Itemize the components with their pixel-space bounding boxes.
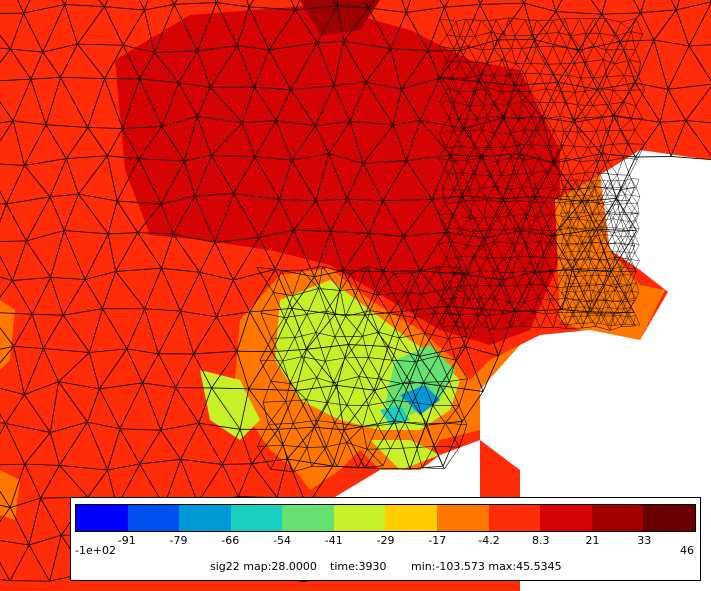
colorbar-tick-label: 21 <box>585 534 600 547</box>
field-label: sig22 map:28.0000 <box>210 560 317 573</box>
colorbar-segment <box>230 505 283 531</box>
colorbar-max-label: 46 <box>680 544 694 557</box>
colorbar-segment <box>127 505 180 531</box>
colorbar-segment <box>488 505 541 531</box>
colorbar-segment <box>643 505 695 531</box>
colorbar-tick-label: -79 <box>169 534 188 547</box>
colorbar-min-label: -1e+02 <box>75 544 116 557</box>
colorbar-segment <box>437 505 489 531</box>
colorbar-tick-label: -66 <box>221 534 240 547</box>
colorbar-segment <box>333 505 386 531</box>
colorbar-segment <box>591 505 644 531</box>
colorbar-tick-label: -41 <box>324 534 343 547</box>
colorbar-tick-label: 8.3 <box>532 534 550 547</box>
colorbar-tick-label: -17 <box>428 534 447 547</box>
colorbar-tick-label: 33 <box>637 534 652 547</box>
colorbar <box>75 504 696 532</box>
colorbar-segment <box>385 505 438 531</box>
colorbar-segment <box>179 505 231 531</box>
colorbar-segment <box>282 505 334 531</box>
range-label: min:-103.573 max:45.5345 <box>411 560 562 573</box>
colorbar-tick-label: -29 <box>376 534 395 547</box>
colorbar-tick-label: -54 <box>273 534 291 547</box>
colorbar-tick-label: -4.2 <box>478 534 500 547</box>
colorbar-segment <box>540 505 592 531</box>
time-label: time:3930 <box>330 560 387 573</box>
colorbar-segment <box>76 505 128 531</box>
colorbar-tick-label: -91 <box>117 534 136 547</box>
colorbar-legend: -1e+02 46 sig22 map:28.0000 time:3930 mi… <box>70 497 701 581</box>
